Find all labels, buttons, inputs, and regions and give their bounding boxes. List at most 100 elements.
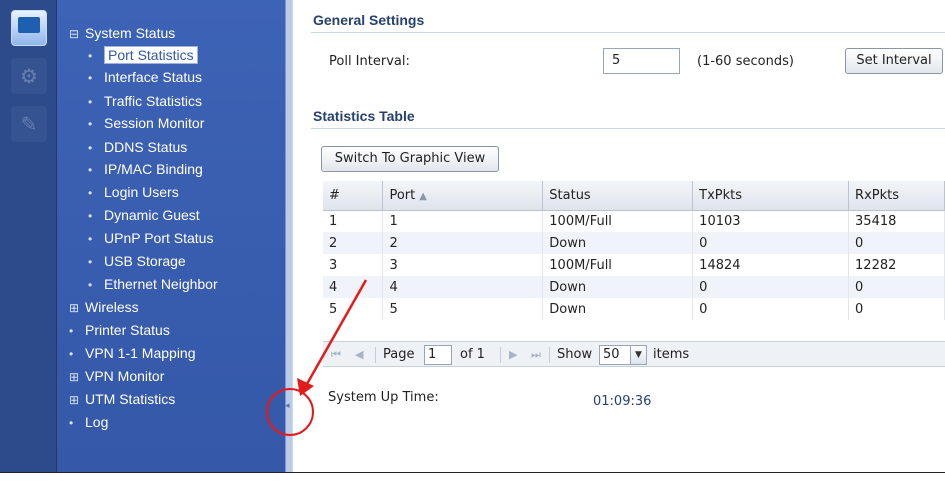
cell-txpkts: 0 <box>692 276 850 298</box>
bullet-icon: • <box>69 324 74 338</box>
maintenance-icon[interactable]: ✎ <box>11 106 47 142</box>
bullet-icon: • <box>88 117 93 131</box>
sidebar-item-label: VPN Monitor <box>85 368 165 384</box>
cell-number: 1 <box>323 210 384 232</box>
gear-icon[interactable]: ⚙ <box>11 58 47 94</box>
cell-txpkts: 10103 <box>692 210 850 232</box>
cell-number: 5 <box>323 298 384 320</box>
sidebar-item-usb-storage[interactable]: • USB Storage <box>88 250 186 272</box>
collapse-handle-icon[interactable] <box>285 400 292 418</box>
cell-port: 5 <box>382 298 544 320</box>
table-row[interactable]: 1 1 100M/Full 10103 35418 <box>323 210 945 232</box>
pager-separator <box>375 347 376 363</box>
cell-number: 3 <box>323 254 384 276</box>
sidebar-item-system-status[interactable]: ⊟ System Status <box>69 22 175 44</box>
first-page-icon[interactable]: ⏮ <box>331 342 341 368</box>
chevron-down-icon[interactable]: ▼ <box>631 345 647 365</box>
sidebar-item-interface-status[interactable]: • Interface Status <box>88 66 202 88</box>
cell-status: Down <box>542 276 694 298</box>
cell-rxpkts: 12282 <box>848 254 945 276</box>
set-interval-button[interactable]: Set Interval <box>845 48 943 74</box>
sidebar-item-label: Interface Status <box>104 69 203 85</box>
sidebar-item-label: Printer Status <box>85 322 170 338</box>
column-header-status[interactable]: Status <box>542 181 694 211</box>
column-header-rxpkts[interactable]: RxPkts <box>848 181 945 211</box>
monitor-icon[interactable] <box>11 10 47 46</box>
expand-icon[interactable]: ⊞ <box>69 366 85 388</box>
statistics-table-title: Statistics Table <box>313 108 415 124</box>
cell-rxpkts: 0 <box>848 232 945 254</box>
system-uptime-value: 01:09:36 <box>593 394 652 409</box>
bullet-icon: • <box>88 232 93 246</box>
sidebar-item-label: Login Users <box>104 184 179 200</box>
sidebar-item-ip-mac-binding[interactable]: • IP/MAC Binding <box>88 158 203 180</box>
sidebar-item-session-monitor[interactable]: • Session Monitor <box>88 112 204 134</box>
items-label: items <box>653 347 690 362</box>
sidebar-item-traffic-statistics[interactable]: • Traffic Statistics <box>88 90 202 112</box>
pager-separator <box>500 347 501 363</box>
cell-number: 2 <box>323 232 384 254</box>
sidebar-item-label: Port Statistics <box>104 46 198 64</box>
bullet-icon: • <box>88 71 93 85</box>
column-header-port[interactable]: Port ▲ <box>382 181 544 211</box>
sidebar-item-label: USB Storage <box>104 253 186 269</box>
bullet-icon: • <box>88 141 93 155</box>
sidebar-item-ethernet-neighbor[interactable]: • Ethernet Neighbor <box>88 273 218 295</box>
sidebar-item-label: Ethernet Neighbor <box>104 276 218 292</box>
sidebar-item-wireless[interactable]: ⊞ Wireless <box>69 296 139 318</box>
sidebar-item-vpn-1-1-mapping[interactable]: • VPN 1-1 Mapping <box>69 342 196 364</box>
sidebar-item-printer-status[interactable]: • Printer Status <box>69 319 170 341</box>
sort-ascending-icon: ▲ <box>419 190 427 202</box>
bullet-icon: • <box>88 95 93 109</box>
page-size-select[interactable]: 50 <box>599 345 631 365</box>
cell-port: 4 <box>382 276 544 298</box>
page-number-input[interactable]: 1 <box>424 345 452 365</box>
switch-graphic-view-button[interactable]: Switch To Graphic View <box>321 146 499 172</box>
sidebar-item-upnp-port-status[interactable]: • UPnP Port Status <box>88 227 213 249</box>
sidebar-item-label: DDNS Status <box>104 139 188 155</box>
column-header-txpkts[interactable]: TxPkts <box>692 181 850 211</box>
table-row[interactable]: 4 4 Down 0 0 <box>323 276 945 298</box>
table-row[interactable]: 2 2 Down 0 0 <box>323 232 945 254</box>
section-divider <box>311 32 945 33</box>
nav-panel: ⊟ System Status • Port Statistics • Interface… <box>57 0 285 472</box>
general-settings-title: General Settings <box>313 12 425 28</box>
poll-interval-label: Poll Interval: <box>329 54 410 69</box>
cell-port: 3 <box>382 254 544 276</box>
bullet-icon: • <box>88 163 93 177</box>
cell-rxpkts: 0 <box>848 298 945 320</box>
sidebar-item-port-statistics[interactable]: • Port Statistics <box>88 44 198 66</box>
page-count-label: of 1 <box>460 347 485 362</box>
cell-number: 4 <box>323 276 384 298</box>
table-row[interactable]: 5 5 Down 0 0 <box>323 298 945 320</box>
last-page-icon[interactable]: ⏭ <box>531 342 541 368</box>
cell-status: 100M/Full <box>542 210 694 232</box>
sidebar-item-label: UTM Statistics <box>85 391 176 407</box>
sidebar-item-dynamic-guest[interactable]: • Dynamic Guest <box>88 204 200 226</box>
next-page-icon[interactable]: ▶ <box>509 342 517 368</box>
cell-rxpkts: 0 <box>848 276 945 298</box>
sidebar-item-label: Traffic Statistics <box>104 93 203 109</box>
sidebar-item-log[interactable]: • Log <box>69 411 108 433</box>
cell-txpkts: 14824 <box>692 254 850 276</box>
sidebar-item-ddns-status[interactable]: • DDNS Status <box>88 136 187 158</box>
show-label: Show <box>557 347 593 362</box>
bullet-icon: • <box>88 278 93 292</box>
bullet-icon: • <box>88 49 93 63</box>
sidebar-item-label: Log <box>85 414 109 430</box>
poll-interval-hint: (1-60 seconds) <box>697 54 794 69</box>
poll-interval-input[interactable]: 5 <box>603 48 680 74</box>
column-header-number[interactable]: # <box>323 181 384 211</box>
sidebar-item-vpn-monitor[interactable]: ⊞ VPN Monitor <box>69 365 164 387</box>
expand-icon[interactable]: ⊞ <box>69 389 85 411</box>
cell-status: Down <box>542 298 694 320</box>
sidebar-item-label: Wireless <box>85 299 139 315</box>
cell-port: 1 <box>382 210 544 232</box>
sidebar-item-login-users[interactable]: • Login Users <box>88 181 179 203</box>
sidebar-item-utm-statistics[interactable]: ⊞ UTM Statistics <box>69 388 175 410</box>
sidebar-item-label: VPN 1-1 Mapping <box>85 345 196 361</box>
collapse-icon[interactable]: ⊟ <box>69 23 85 45</box>
previous-page-icon[interactable]: ◀ <box>355 342 363 368</box>
expand-icon[interactable]: ⊞ <box>69 297 85 319</box>
table-row[interactable]: 3 3 100M/Full 14824 12282 <box>323 254 945 276</box>
